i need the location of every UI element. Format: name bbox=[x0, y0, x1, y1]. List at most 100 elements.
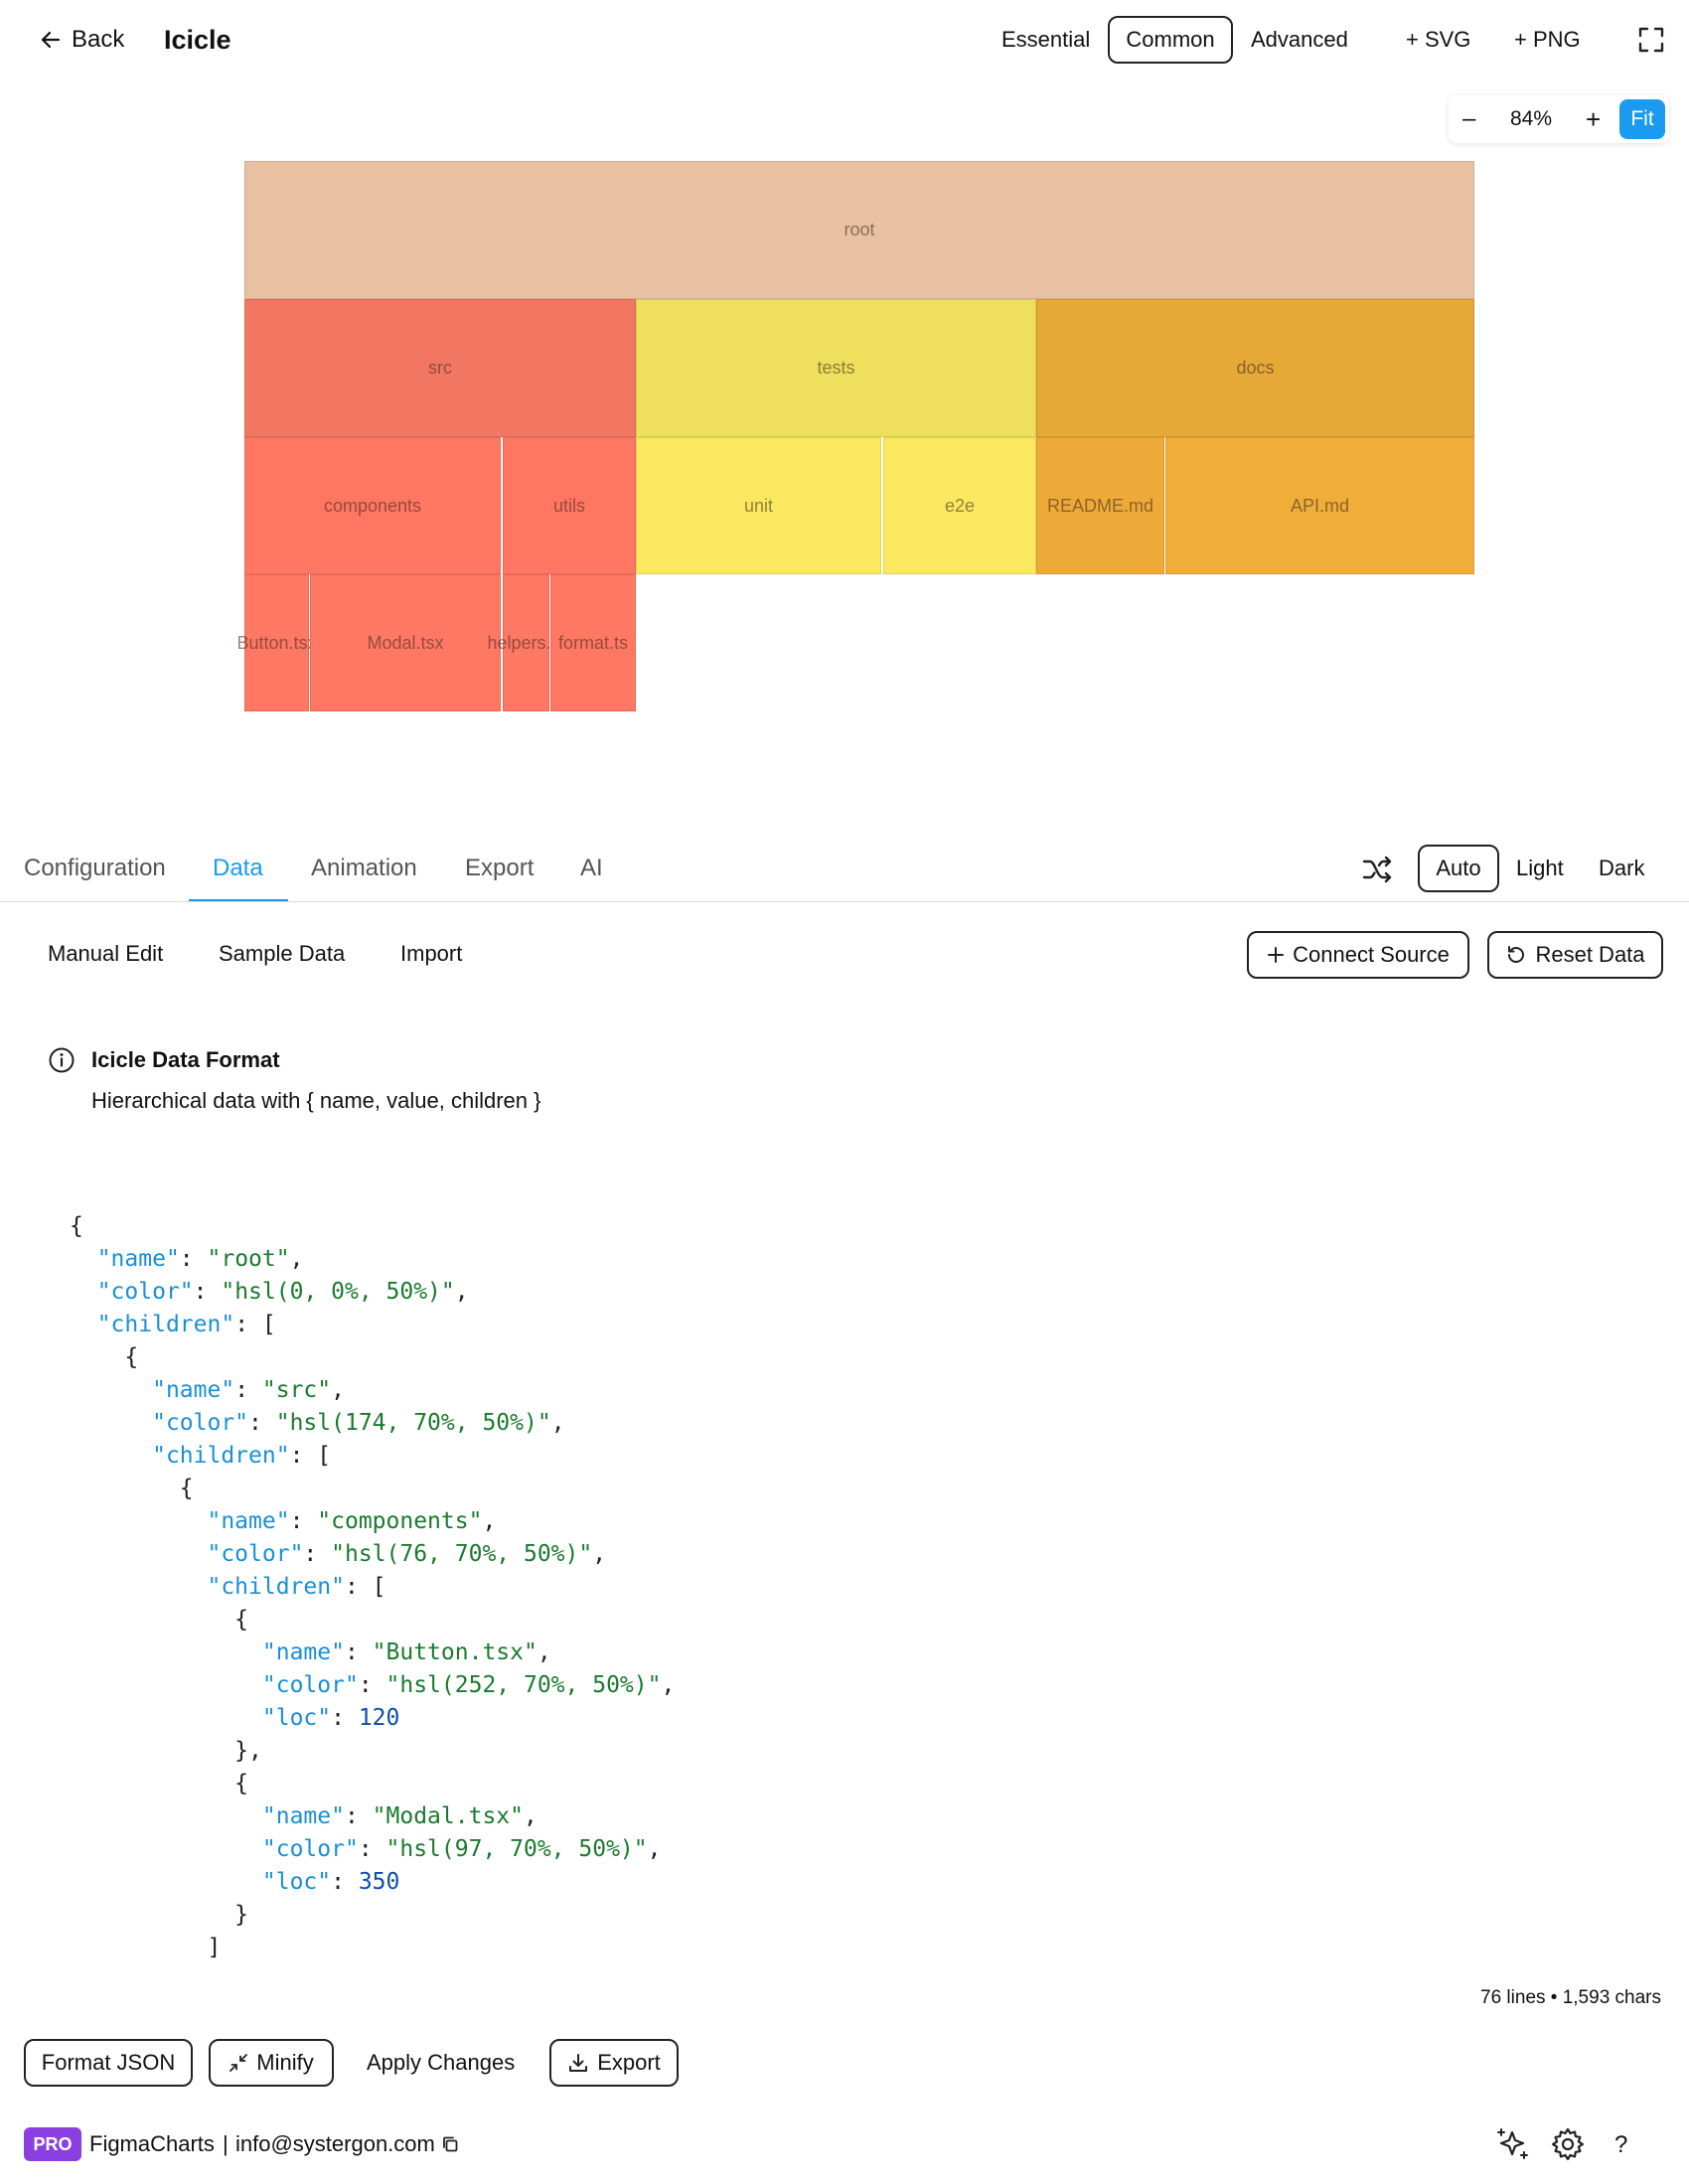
icicle-cell-format-ts[interactable]: format.ts bbox=[550, 574, 636, 711]
apply-changes-button[interactable]: Apply Changes bbox=[367, 2043, 515, 2083]
code-token: }, bbox=[70, 1738, 262, 1764]
icicle-cell-button-tsx[interactable]: Button.tsx bbox=[236, 574, 317, 711]
icicle-label-tests: tests bbox=[817, 358, 855, 378]
code-token: "name" bbox=[96, 1246, 180, 1272]
code-token: , bbox=[482, 1508, 497, 1534]
code-token: : bbox=[331, 1705, 359, 1731]
tab-export[interactable]: Export bbox=[465, 855, 534, 882]
settings-button[interactable] bbox=[1550, 2126, 1586, 2162]
preset-essential[interactable]: Essential bbox=[1001, 20, 1090, 60]
reset-data-button[interactable]: Reset Data bbox=[1487, 931, 1663, 979]
tab-ai[interactable]: AI bbox=[580, 855, 603, 882]
code-token: { bbox=[70, 1476, 194, 1501]
export-button[interactable]: Export bbox=[549, 2039, 679, 2087]
icicle-cell-components[interactable]: components bbox=[244, 437, 501, 574]
code-line: "color": "hsl(252, 70%, 50%)", bbox=[70, 1669, 675, 1702]
icicle-cell-modal-tsx[interactable]: Modal.tsx bbox=[310, 574, 501, 711]
icicle-label-api: API.md bbox=[1290, 495, 1350, 516]
subtab-manual-edit[interactable]: Manual Edit bbox=[48, 934, 163, 974]
subtab-sample-data[interactable]: Sample Data bbox=[219, 934, 345, 974]
code-line: "color": "hsl(97, 70%, 50%)", bbox=[70, 1833, 675, 1866]
fullscreen-button[interactable] bbox=[1637, 26, 1665, 54]
preset-advanced[interactable]: Advanced bbox=[1251, 20, 1348, 60]
format-json-label: Format JSON bbox=[41, 2050, 176, 2075]
theme-light[interactable]: Light bbox=[1516, 849, 1564, 888]
add-svg-button[interactable]: + SVG bbox=[1406, 20, 1470, 60]
zoom-out-button[interactable]: – bbox=[1462, 95, 1475, 143]
info-description: Hierarchical data with { name, value, ch… bbox=[91, 1088, 541, 1113]
code-token: "name" bbox=[207, 1508, 290, 1534]
back-button[interactable]: Back bbox=[40, 20, 124, 60]
format-json-button[interactable]: Format JSON bbox=[24, 2039, 193, 2087]
add-png-button[interactable]: + PNG bbox=[1514, 20, 1581, 60]
contact-email[interactable]: info@systergon.com bbox=[235, 2127, 459, 2161]
subtab-import[interactable]: Import bbox=[400, 934, 462, 974]
icicle-label-components: components bbox=[323, 495, 422, 516]
code-token: : bbox=[248, 1410, 276, 1436]
shuffle-button[interactable] bbox=[1361, 853, 1395, 886]
editor-stats: 76 lines • 1,593 chars bbox=[1480, 1987, 1661, 2008]
code-token: , bbox=[550, 1410, 565, 1436]
code-line: "name": "src", bbox=[70, 1374, 675, 1407]
code-line: "color": "hsl(0, 0%, 50%)", bbox=[70, 1276, 675, 1309]
tab-configuration[interactable]: Configuration bbox=[24, 855, 166, 882]
icicle-cell-docs[interactable]: docs bbox=[1036, 299, 1474, 437]
icicle-cell-unit[interactable]: unit bbox=[636, 437, 881, 574]
code-token: } bbox=[70, 1902, 249, 1928]
icicle-cell-helpers-ts[interactable]: helpers.ts bbox=[487, 574, 565, 711]
code-line: "loc": 350 bbox=[70, 1866, 675, 1899]
fit-button[interactable]: Fit bbox=[1619, 99, 1665, 139]
theme-dark[interactable]: Dark bbox=[1599, 849, 1644, 888]
code-token: { bbox=[70, 1771, 249, 1796]
code-token: , bbox=[661, 1672, 676, 1698]
code-line: "name": "components", bbox=[70, 1505, 675, 1538]
tab-data[interactable]: Data bbox=[213, 855, 263, 882]
minify-button[interactable]: Minify bbox=[209, 2039, 334, 2087]
code-token: : bbox=[193, 1279, 222, 1305]
pro-badge: PRO bbox=[24, 2127, 81, 2161]
code-token: , bbox=[454, 1279, 469, 1305]
arrow-left-icon bbox=[41, 31, 61, 49]
code-token: { bbox=[70, 1607, 249, 1633]
code-token: : bbox=[289, 1508, 318, 1534]
code-token: : bbox=[344, 1639, 373, 1665]
icicle-label-e2e: e2e bbox=[944, 495, 976, 516]
icicle-cell-tests[interactable]: tests bbox=[636, 299, 1036, 437]
icicle-cell-readme[interactable]: README.md bbox=[1036, 437, 1164, 574]
help-button[interactable]: ? bbox=[1614, 2127, 1634, 2163]
json-editor[interactable]: { "name": "root", "color": "hsl(0, 0%, 5… bbox=[70, 1210, 675, 1964]
code-token: "color" bbox=[261, 1672, 359, 1698]
info-icon bbox=[48, 1046, 76, 1074]
code-token: , bbox=[524, 1803, 537, 1829]
code-token: "hsl(76, 70%, 50%)" bbox=[331, 1541, 593, 1567]
code-token: { bbox=[70, 1213, 83, 1239]
back-label: Back bbox=[72, 26, 125, 53]
code-token: "root" bbox=[207, 1246, 290, 1272]
theme-auto-label: Auto bbox=[1436, 856, 1481, 880]
code-token: : bbox=[358, 1672, 386, 1698]
theme-auto[interactable]: Auto bbox=[1418, 845, 1499, 892]
icicle-cell-utils[interactable]: utils bbox=[503, 437, 636, 574]
code-token: : bbox=[344, 1803, 373, 1829]
icicle-cell-api[interactable]: API.md bbox=[1165, 437, 1474, 574]
icicle-label-utils: utils bbox=[552, 495, 585, 516]
icicle-cell-src[interactable]: src bbox=[244, 299, 636, 437]
reset-icon bbox=[1508, 946, 1525, 963]
icicle-cell-e2e[interactable]: e2e bbox=[883, 437, 1036, 574]
icicle-cell-root[interactable]: root bbox=[244, 161, 1474, 299]
copy-icon[interactable] bbox=[441, 2135, 459, 2153]
code-line: ] bbox=[70, 1932, 675, 1964]
preset-common[interactable]: Common bbox=[1108, 16, 1233, 64]
connect-source-button[interactable]: Connect Source bbox=[1247, 931, 1469, 979]
code-line: }, bbox=[70, 1735, 675, 1768]
zoom-in-button[interactable]: + bbox=[1586, 95, 1601, 143]
code-line: "name": "Button.tsx", bbox=[70, 1637, 675, 1669]
tab-animation[interactable]: Animation bbox=[311, 855, 417, 882]
icicle-label-unit: unit bbox=[743, 495, 774, 516]
ai-sparkle-button[interactable] bbox=[1495, 2126, 1531, 2162]
